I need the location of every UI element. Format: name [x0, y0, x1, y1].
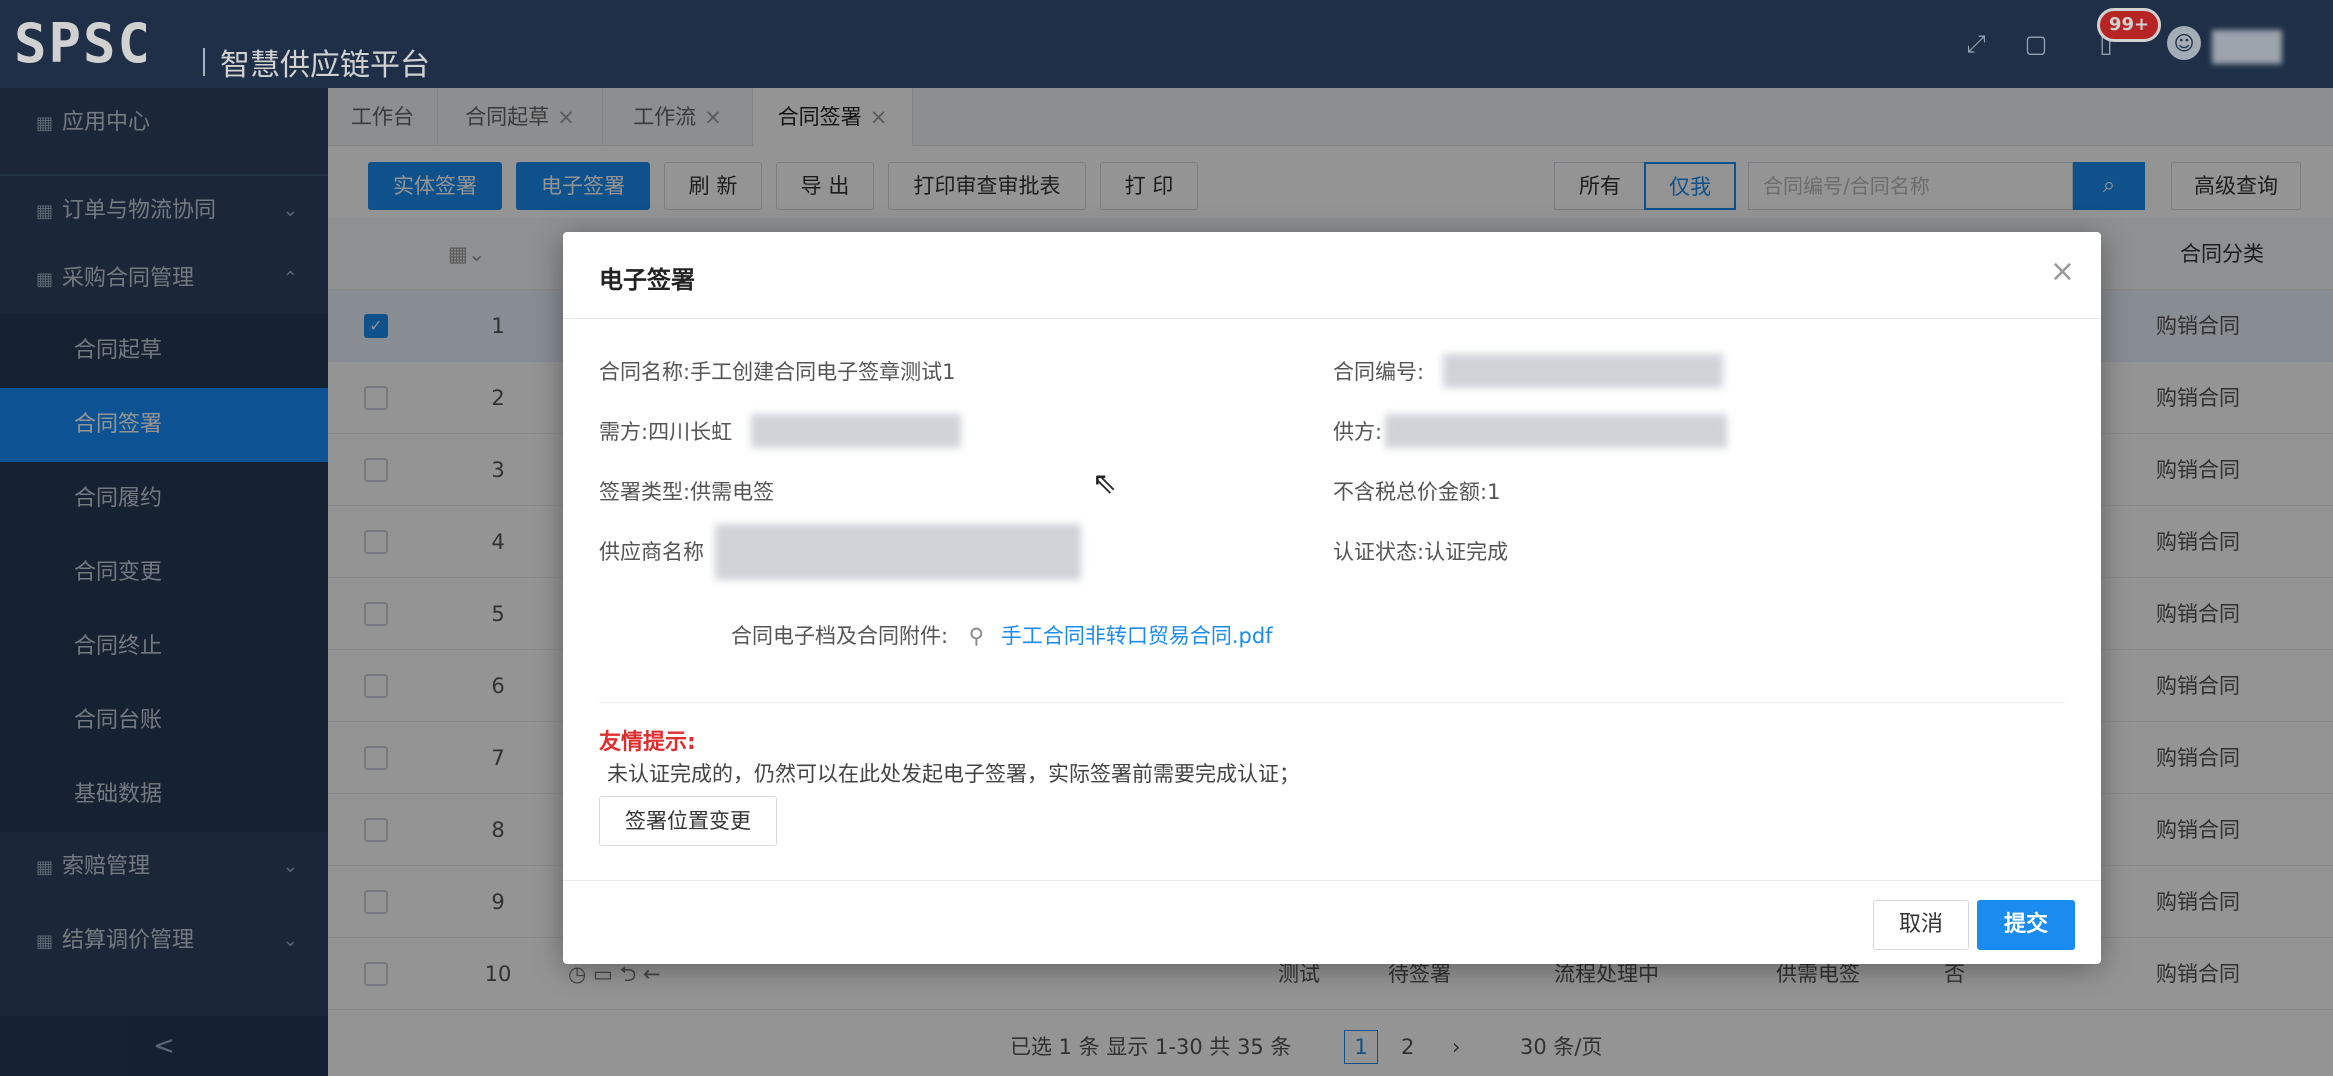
field-label: 签署类型:	[599, 480, 691, 504]
contract-no-field: 合同编号:	[1333, 356, 1424, 388]
paperclip-icon: ⚲	[968, 624, 985, 648]
field-label: 认证状态:	[1333, 540, 1425, 564]
amount-field: 不含税总价金额:1	[1333, 476, 1500, 508]
supply-field: 供方:	[1333, 416, 1382, 448]
field-label: 合同编号:	[1333, 360, 1425, 384]
redacted-value	[715, 524, 1081, 580]
change-sign-position-button[interactable]: 签署位置变更	[599, 796, 777, 846]
divider	[563, 880, 2101, 881]
field-value: 认证完成	[1424, 540, 1509, 564]
electronic-sign-dialog: 电子签署 × 合同名称:手工创建合同电子签章测试1 合同编号: 需方:四川长虹 …	[563, 232, 2101, 964]
field-label: 需方:	[599, 420, 649, 444]
dialog-title: 电子签署	[599, 266, 695, 294]
tip-title: 友情提示:	[599, 730, 696, 755]
field-label: 合同电子档及合同附件:	[731, 624, 949, 648]
mouse-cursor-icon: ⇖	[1092, 466, 1118, 501]
supplier-name-field: 供应商名称	[599, 536, 704, 568]
submit-button[interactable]: 提交	[1977, 900, 2075, 950]
contract-name-field: 合同名称:手工创建合同电子签章测试1	[599, 356, 955, 388]
demand-field: 需方:四川长虹	[599, 416, 732, 448]
redacted-value	[751, 414, 961, 448]
field-value: 手工创建合同电子签章测试1	[690, 360, 956, 384]
field-label: 不含税总价金额:	[1333, 480, 1488, 504]
divider	[599, 702, 2065, 703]
field-label: 合同名称:	[599, 360, 691, 384]
attachment-field: 合同电子档及合同附件: ⚲ 手工合同非转口贸易合同.pdf	[731, 620, 1273, 652]
field-label: 供应商名称	[599, 540, 704, 564]
close-icon[interactable]: ×	[2050, 254, 2075, 289]
cancel-button[interactable]: 取消	[1873, 900, 1969, 950]
redacted-value	[1385, 414, 1727, 448]
field-value: 1	[1487, 480, 1501, 504]
field-label: 供方:	[1333, 420, 1383, 444]
sign-type-field: 签署类型:供需电签	[599, 476, 774, 508]
tip-text: 未认证完成的，仍然可以在此处发起电子签署，实际签署前需要完成认证；	[607, 762, 1300, 786]
redacted-value	[1443, 354, 1723, 388]
header-overlay	[0, 0, 2333, 88]
cert-status-field: 认证状态:认证完成	[1333, 536, 1508, 568]
field-value: 四川长虹	[648, 420, 733, 444]
field-value: 供需电签	[690, 480, 775, 504]
attachment-link[interactable]: 手工合同非转口贸易合同.pdf	[1001, 624, 1273, 648]
divider	[563, 318, 2101, 319]
